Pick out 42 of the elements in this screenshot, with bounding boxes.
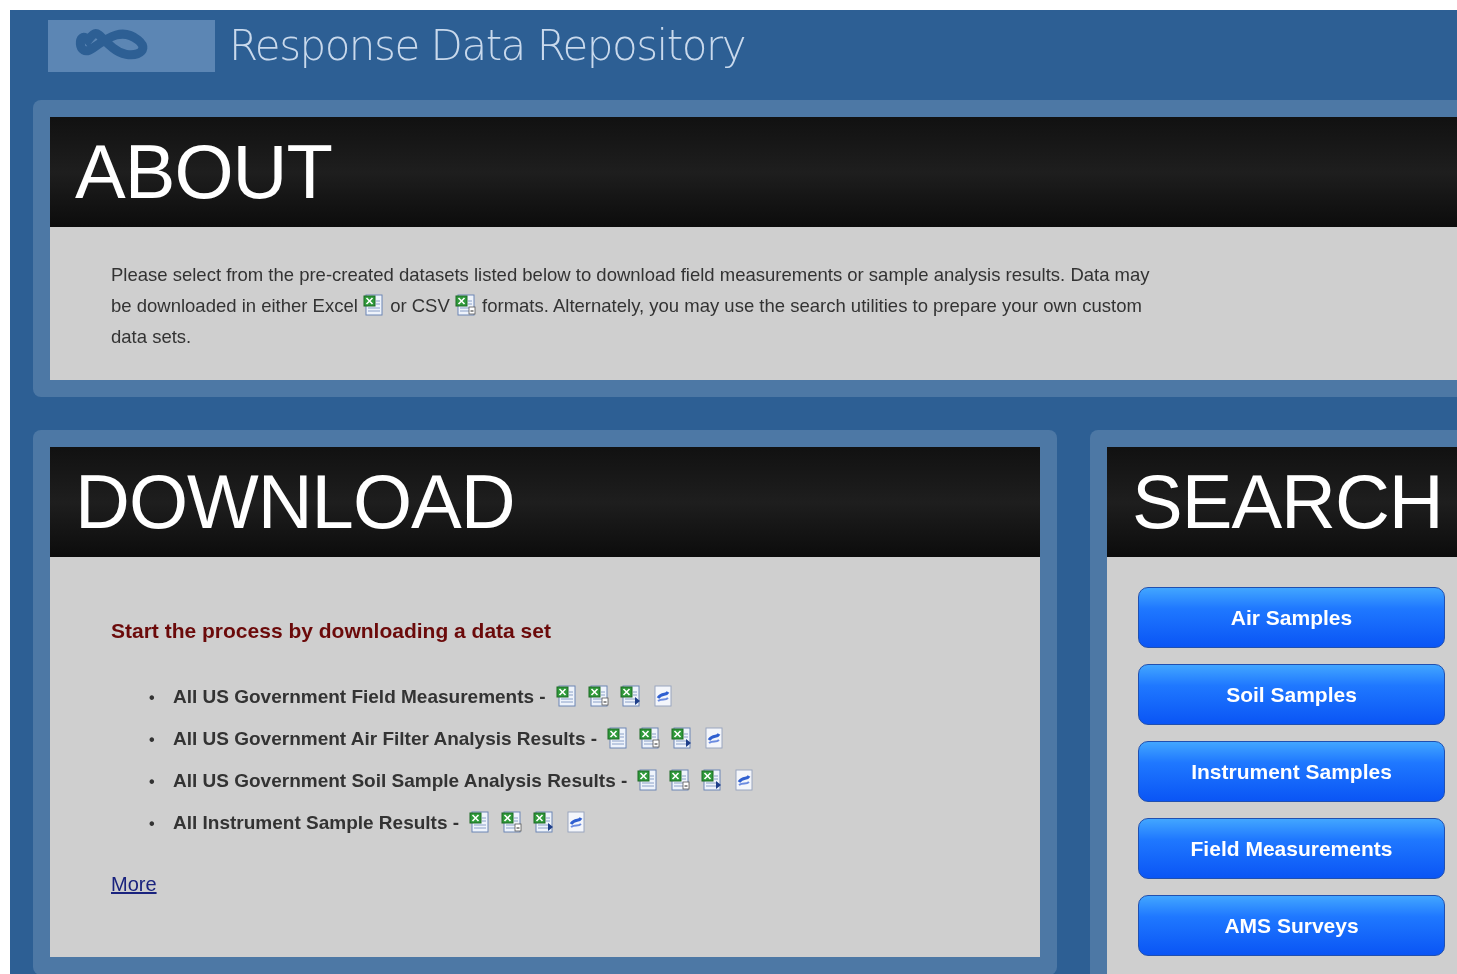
site-subtitle: Response Data Repository bbox=[229, 21, 746, 70]
panel-heading: SEARCH bbox=[1132, 464, 1443, 540]
spreadsheet-file-icon[interactable] bbox=[587, 684, 610, 708]
spreadsheet-file-icon[interactable] bbox=[469, 810, 492, 834]
document-icon[interactable] bbox=[733, 768, 756, 792]
dataset-link[interactable]: All US Government Air Filter Analysis Results - bbox=[173, 728, 598, 749]
document-icon[interactable] bbox=[651, 684, 674, 708]
search-button[interactable]: Instrument Samples bbox=[1138, 741, 1445, 802]
spreadsheet-file-icon[interactable] bbox=[363, 293, 385, 317]
dataset-link[interactable]: All Instrument Sample Results - bbox=[173, 812, 460, 833]
spreadsheet-file-icon[interactable] bbox=[639, 726, 662, 750]
list-bullet: • bbox=[149, 730, 156, 750]
document-icon[interactable] bbox=[565, 810, 588, 834]
spreadsheet-file-icon[interactable] bbox=[619, 684, 642, 708]
about-text: Please select from the pre-created datasets listed below to download field measurements or sample analysis results. Data may bbox=[111, 264, 1150, 285]
more-link[interactable]: More bbox=[111, 873, 157, 896]
panel-heading: ABOUT bbox=[75, 134, 332, 210]
spreadsheet-file-icon[interactable] bbox=[454, 293, 477, 317]
dataset-link[interactable]: All US Government Field Measurements - bbox=[173, 686, 546, 707]
spreadsheet-file-icon[interactable] bbox=[555, 684, 578, 708]
spreadsheet-file-icon[interactable] bbox=[701, 768, 724, 792]
about-text: or CSV bbox=[390, 295, 450, 316]
spreadsheet-file-icon[interactable] bbox=[501, 810, 524, 834]
spreadsheet-file-icon[interactable] bbox=[669, 768, 692, 792]
panel-heading: DOWNLOAD bbox=[75, 464, 515, 540]
spreadsheet-file-icon[interactable] bbox=[607, 726, 630, 750]
list-bullet: • bbox=[149, 688, 156, 708]
list-bullet: • bbox=[149, 814, 156, 834]
search-button[interactable]: Air Samples bbox=[1138, 587, 1445, 648]
list-bullet: • bbox=[149, 772, 156, 792]
spreadsheet-file-icon[interactable] bbox=[671, 726, 694, 750]
spreadsheet-file-icon[interactable] bbox=[533, 810, 556, 834]
spreadsheet-file-icon[interactable] bbox=[637, 768, 660, 792]
search-button[interactable]: Soil Samples bbox=[1138, 664, 1445, 725]
about-text: data sets. bbox=[111, 326, 192, 347]
about-text: be downloaded in either Excel bbox=[111, 295, 358, 316]
document-icon[interactable] bbox=[703, 726, 726, 750]
dataset-link[interactable]: All US Government Soil Sample Analysis Results - bbox=[173, 770, 628, 791]
intro-text: Start the process by downloading a data set bbox=[111, 619, 552, 643]
about-text: formats. Alternately, you may use the search utilities to prepare your own custom bbox=[482, 295, 1142, 316]
search-button[interactable]: Field Measurements bbox=[1138, 818, 1445, 879]
search-button[interactable]: AMS Surveys bbox=[1138, 895, 1445, 956]
